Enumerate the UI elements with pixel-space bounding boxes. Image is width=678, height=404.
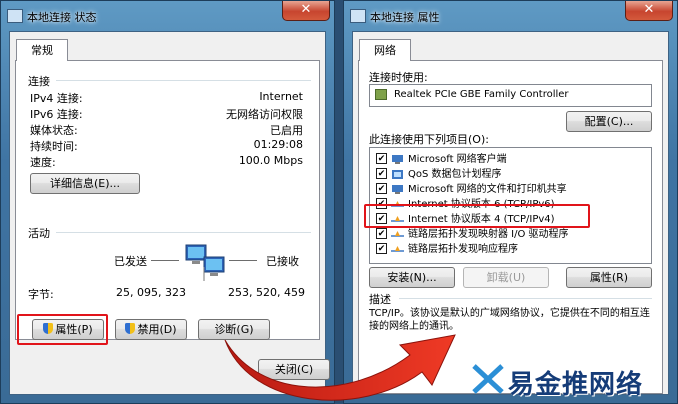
ipv6-value: 无网络访问权限	[226, 108, 303, 121]
checkbox[interactable]: ✔	[376, 228, 387, 239]
status-window-titlebar[interactable]: 本地连接 状态 ✕	[1, 1, 334, 31]
checkbox[interactable]: ✔	[376, 153, 387, 164]
description-divider	[399, 298, 652, 299]
network-window-icon	[350, 9, 366, 23]
qos-icon	[392, 170, 403, 179]
watermark-logo-icon	[472, 364, 504, 394]
properties-window-title: 本地连接 属性	[370, 11, 440, 24]
status-window-close-button[interactable]: ✕	[282, 1, 330, 21]
adapter-box: Realtek PCIe GBE Family Controller	[369, 84, 652, 107]
install-button[interactable]: 安装(N)...	[369, 267, 455, 288]
received-label: 已接收	[266, 255, 299, 268]
general-tab-body: 连接 IPv4 连接: Internet IPv6 连接: 无网络访问权限 媒体…	[15, 60, 320, 340]
tab-general[interactable]: 常规	[16, 39, 68, 61]
speed-value: 100.0 Mbps	[238, 154, 303, 167]
network-activity-icon	[185, 244, 225, 281]
properties-window-titlebar[interactable]: 本地连接 属性 ✕	[344, 1, 677, 31]
properties-highlight-box	[17, 314, 108, 345]
ipv6-label: IPv6 连接:	[30, 108, 83, 121]
checkbox[interactable]: ✔	[376, 243, 387, 254]
configure-button[interactable]: 配置(C)...	[566, 111, 652, 132]
item-label: 链路层拓扑发现映射器 I/O 驱动程序	[408, 229, 569, 240]
network-window-icon	[7, 9, 23, 23]
connection-divider	[56, 80, 311, 81]
uac-shield-icon	[125, 323, 136, 334]
network-client-icon	[392, 155, 403, 164]
checkbox[interactable]: ✔	[376, 168, 387, 179]
protocol-icon	[391, 231, 404, 237]
adapter-name: Realtek PCIe GBE Family Controller	[394, 89, 569, 100]
item-properties-button[interactable]: 属性(R)	[566, 267, 652, 288]
duration-label: 持续时间:	[30, 140, 78, 153]
activity-divider	[56, 232, 311, 233]
disable-button-label: 禁用(D)	[137, 323, 177, 336]
checkbox[interactable]: ✔	[376, 183, 387, 194]
red-arrow-icon	[224, 334, 456, 401]
uninstall-button[interactable]: 卸载(U)	[463, 267, 549, 288]
bytes-sent-value: 25, 095, 323	[116, 286, 186, 299]
activity-heading: 活动	[28, 227, 50, 240]
properties-window-close-button[interactable]: ✕	[625, 1, 673, 21]
item-label: Microsoft 网络客户端	[408, 154, 507, 165]
file-share-icon	[392, 185, 403, 194]
ipv4-label: IPv4 连接:	[30, 92, 83, 105]
speed-label: 速度:	[30, 156, 56, 169]
media-state-label: 媒体状态:	[30, 124, 78, 137]
received-line	[229, 260, 257, 261]
protocol-icon	[391, 246, 404, 252]
disable-button[interactable]: 禁用(D)	[115, 319, 187, 340]
sent-label: 已发送	[114, 255, 147, 268]
sent-line	[151, 260, 179, 261]
item-label: Microsoft 网络的文件和打印机共享	[408, 184, 567, 195]
tab-network[interactable]: 网络	[359, 39, 411, 61]
connection-heading: 连接	[28, 75, 50, 88]
items-label: 此连接使用下列项目(O):	[369, 133, 489, 146]
duration-value: 01:29:08	[253, 138, 303, 151]
ipv4-value: Internet	[259, 90, 303, 103]
details-button[interactable]: 详细信息(E)...	[30, 173, 140, 194]
bytes-received-value: 253, 520, 459	[228, 286, 305, 299]
media-state-value: 已启用	[270, 124, 303, 137]
item-label: 链路层拓扑发现响应程序	[408, 244, 518, 255]
connect-using-label: 连接时使用:	[369, 71, 428, 84]
item-label: QoS 数据包计划程序	[408, 169, 502, 180]
bytes-label: 字节:	[28, 288, 54, 301]
status-window-title: 本地连接 状态	[27, 11, 97, 24]
ipv4-highlight-box	[364, 204, 590, 228]
watermark: 易金推网络	[470, 362, 660, 400]
watermark-text: 易金推网络	[508, 370, 644, 400]
network-adapter-icon	[375, 89, 387, 100]
